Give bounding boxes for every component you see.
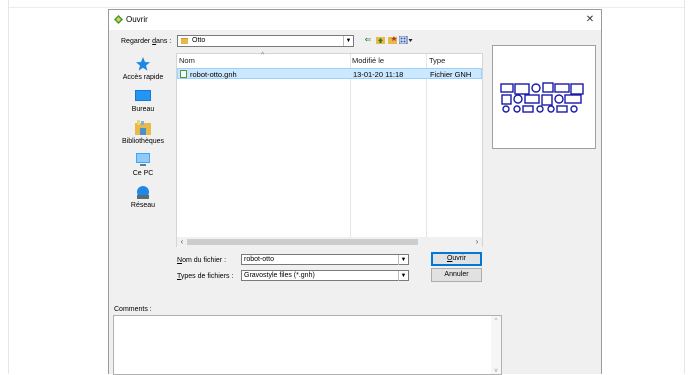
title-bar: Ouvrir ✕ [109, 10, 601, 30]
dialog-title: Ouvrir [126, 15, 148, 24]
place-quick-access[interactable]: Accès rapide [112, 56, 174, 81]
view-menu-icon[interactable] [398, 34, 413, 46]
scroll-right-icon[interactable]: › [472, 237, 482, 247]
chevron-down-icon[interactable]: ▼ [398, 255, 408, 265]
folder-icon [181, 38, 188, 44]
scroll-thumb[interactable] [187, 239, 418, 245]
filename-value: robot-otto [244, 256, 274, 263]
places-bar: Accès rapide Bureau Bibliothèques Ce PC … [112, 52, 174, 242]
open-button[interactable]: Ouvrir [431, 252, 482, 266]
file-list[interactable]: ^ Nom Modifié le Type robot-otto.gnh 13-… [176, 52, 483, 247]
gnh-file-icon [180, 70, 187, 78]
column-header-name[interactable]: Nom [179, 54, 195, 67]
up-folder-icon[interactable] [375, 34, 385, 46]
network-icon [135, 184, 151, 200]
place-label: Accès rapide [122, 74, 164, 81]
comments-textarea[interactable]: ^ v [113, 315, 502, 375]
horizontal-scrollbar[interactable]: ‹ › [177, 237, 482, 247]
place-label: Bibliothèques [121, 138, 165, 145]
scroll-left-icon[interactable]: ‹ [177, 237, 187, 247]
sort-caret-icon: ^ [261, 52, 265, 59]
place-this-pc[interactable]: Ce PC [112, 152, 174, 177]
place-libraries[interactable]: Bibliothèques [112, 120, 174, 145]
place-label: Réseau [130, 202, 156, 209]
cancel-button[interactable]: Annuler [431, 268, 482, 282]
filetype-value: Gravostyle files (*.gnh) [244, 272, 315, 279]
file-name: robot-otto.gnh [190, 70, 237, 79]
scroll-up-icon[interactable]: ^ [491, 318, 501, 324]
vertical-scrollbar[interactable]: ^ v [491, 316, 501, 374]
file-type: Fichier GNH [430, 70, 472, 79]
file-modified: 13-01-20 11:18 [353, 70, 404, 79]
preview-pane [492, 45, 596, 149]
file-row[interactable]: robot-otto.gnh 13-01-20 11:18 Fichier GN… [177, 68, 482, 79]
column-divider [350, 54, 351, 237]
pc-icon [135, 152, 151, 168]
column-header-type[interactable]: Type [429, 54, 445, 67]
place-desktop[interactable]: Bureau [112, 88, 174, 113]
column-divider [426, 54, 427, 237]
scroll-down-icon[interactable]: v [491, 368, 501, 374]
place-label: Ce PC [132, 170, 154, 177]
close-button[interactable]: ✕ [583, 13, 597, 27]
comments-label: Comments : [114, 306, 152, 313]
filename-input[interactable]: robot-otto ▼ [241, 254, 409, 265]
back-arrow-icon[interactable]: ⇐ [363, 34, 373, 46]
desktop-icon [135, 88, 151, 104]
app-diamond-icon [114, 15, 123, 24]
lookin-value: Otto [192, 37, 206, 44]
filetype-label: Types de fichiers : [177, 273, 234, 280]
lookin-label: Regarder dans : [121, 38, 172, 45]
filetype-select[interactable]: Gravostyle files (*.gnh) ▼ [241, 270, 409, 281]
library-icon [135, 120, 151, 136]
open-file-dialog: Ouvrir ✕ Regarder dans : Otto ▼ ⇐ Accès … [108, 9, 602, 375]
lookin-combo[interactable]: Otto ▼ [177, 35, 354, 47]
page-divider-top [8, 7, 685, 8]
page-divider-left [8, 0, 9, 374]
new-folder-icon[interactable] [387, 34, 397, 46]
place-network[interactable]: Réseau [112, 184, 174, 209]
chevron-down-icon[interactable]: ▼ [398, 271, 408, 281]
robot-drawing-preview-icon [500, 82, 584, 113]
page-divider-right [684, 0, 685, 374]
chevron-down-icon[interactable]: ▼ [343, 36, 353, 46]
column-header-modified[interactable]: Modifié le [352, 54, 384, 67]
filename-label: Nom du fichier : [177, 257, 227, 264]
star-icon [135, 56, 151, 72]
place-label: Bureau [131, 106, 155, 113]
